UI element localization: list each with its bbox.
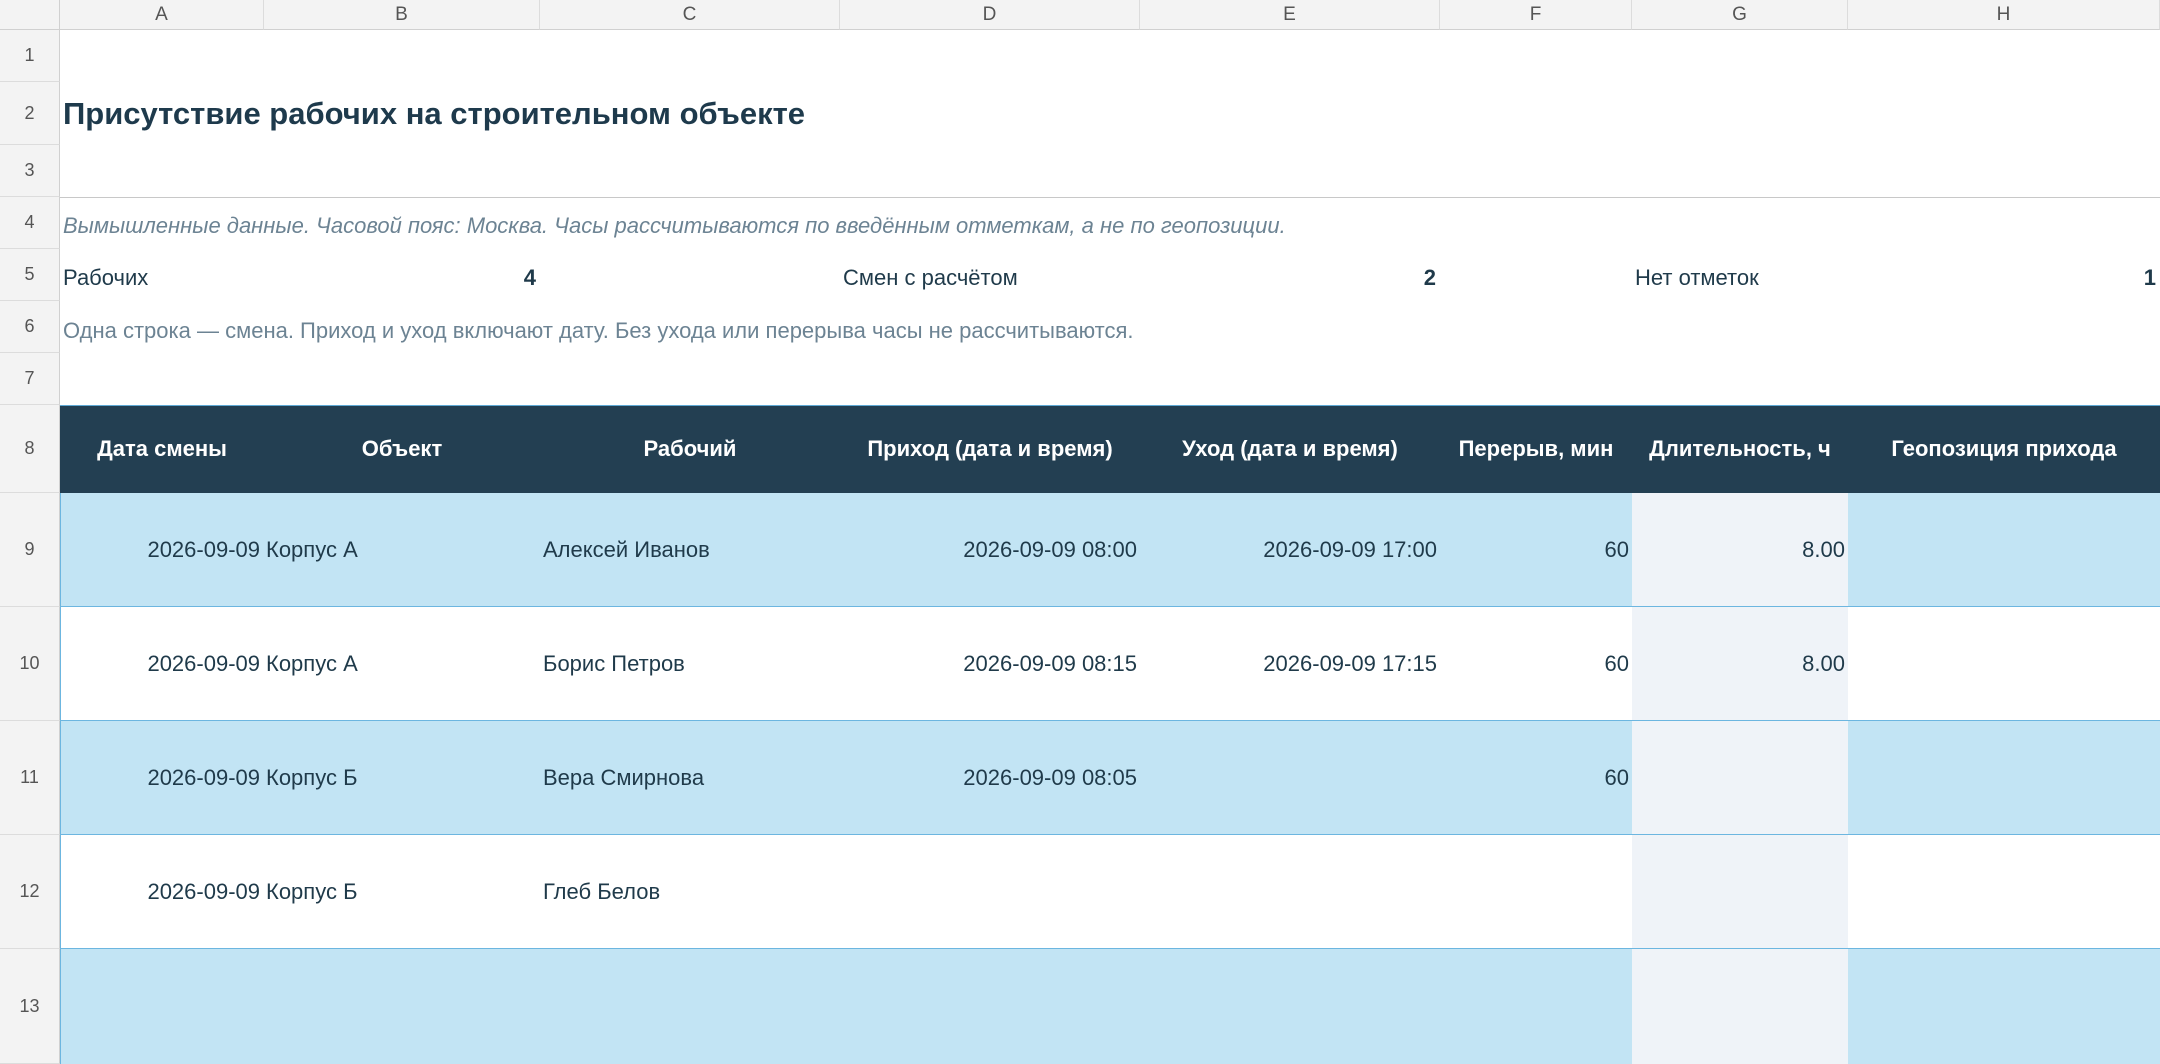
column-header-c[interactable]: C [540,0,840,30]
cell-object[interactable]: Корпус Б [266,835,536,949]
cell-duration[interactable]: 8.00 [1632,607,1845,721]
no-marks-label[interactable]: Нет отметок [1635,265,1759,291]
header-geo[interactable]: Геопозиция прихода [1848,405,2160,493]
cell-duration[interactable]: 8.00 [1632,493,1845,607]
cell-departure[interactable] [1140,721,1437,835]
row-header-6[interactable]: 6 [0,301,60,353]
row-header-11[interactable]: 11 [0,721,60,835]
cell-geo[interactable] [1850,607,2156,721]
header-break[interactable]: Перерыв, мин [1440,405,1632,493]
cell-departure[interactable]: 2026-09-09 17:15 [1140,607,1437,721]
cell-duration[interactable] [1632,949,1845,1064]
header-arrival[interactable]: Приход (дата и время) [840,405,1140,493]
column-header-e[interactable]: E [1140,0,1440,30]
row-header-7[interactable]: 7 [0,353,60,405]
column-header-h[interactable]: H [1848,0,2160,30]
cell-geo[interactable] [1850,835,2156,949]
cell-departure[interactable] [1140,835,1437,949]
row-header-4[interactable]: 4 [0,197,60,249]
cell-date[interactable] [60,949,260,1064]
title-divider [60,197,2160,198]
cell-geo[interactable] [1850,949,2156,1064]
shifts-label[interactable]: Смен с расчётом [843,265,1018,291]
cell-duration[interactable] [1632,721,1845,835]
row-header-5[interactable]: 5 [0,249,60,301]
sheet-title[interactable]: Присутствие рабочих на строительном объе… [63,96,805,132]
cell-object[interactable]: Корпус Б [266,721,536,835]
cell-arrival[interactable]: 2026-09-09 08:00 [840,493,1137,607]
cell-worker[interactable] [543,949,838,1064]
row-header-1[interactable]: 1 [0,30,60,82]
workers-label[interactable]: Рабочих [63,265,148,291]
cell-break[interactable]: 60 [1440,607,1629,721]
row-header-9[interactable]: 9 [0,493,60,607]
column-header-g[interactable]: G [1632,0,1848,30]
row-header-2[interactable]: 2 [0,82,60,145]
cell-arrival[interactable]: 2026-09-09 08:15 [840,607,1137,721]
cell-break[interactable]: 60 [1440,721,1629,835]
column-header-f[interactable]: F [1440,0,1632,30]
row-header-13[interactable]: 13 [0,949,60,1064]
workers-count[interactable]: 4 [440,265,536,291]
cell-date[interactable]: 2026-09-09 [60,493,260,607]
cell-arrival[interactable] [840,949,1137,1064]
column-header-a[interactable]: A [60,0,264,30]
cell-date[interactable]: 2026-09-09 [60,607,260,721]
cell-break[interactable]: 60 [1440,493,1629,607]
cell-break[interactable] [1440,949,1629,1064]
header-departure[interactable]: Уход (дата и время) [1140,405,1440,493]
cell-object[interactable]: Корпус А [266,493,536,607]
cell-worker[interactable]: Вера Смирнова [543,721,838,835]
cell-break[interactable] [1440,835,1629,949]
row-header-8[interactable]: 8 [0,405,60,493]
column-header-d[interactable]: D [840,0,1140,30]
column-header-b[interactable]: B [264,0,540,30]
cell-worker[interactable]: Борис Петров [543,607,838,721]
cell-date[interactable]: 2026-09-09 [60,835,260,949]
cell-object[interactable]: Корпус А [266,607,536,721]
cell-duration[interactable] [1632,835,1845,949]
cell-departure[interactable]: 2026-09-09 17:00 [1140,493,1437,607]
cell-object[interactable] [266,949,536,1064]
cell-arrival[interactable] [840,835,1137,949]
cell-date[interactable]: 2026-09-09 [60,721,260,835]
spreadsheet: A B C D E F G H 1 2 3 4 5 6 7 8 9 10 11 … [0,0,2160,1064]
cell-departure[interactable] [1140,949,1437,1064]
header-object[interactable]: Объект [264,405,540,493]
note-text[interactable]: Вымышленные данные. Часовой пояс: Москва… [63,213,1286,239]
cell-arrival[interactable]: 2026-09-09 08:05 [840,721,1137,835]
row-header-12[interactable]: 12 [0,835,60,949]
cell-geo[interactable] [1850,493,2156,607]
select-all-corner[interactable] [0,0,60,30]
row-header-3[interactable]: 3 [0,145,60,197]
cell-geo[interactable] [1850,721,2156,835]
header-worker[interactable]: Рабочий [540,405,840,493]
header-duration[interactable]: Длительность, ч [1632,405,1848,493]
cell-worker[interactable]: Алексей Иванов [543,493,838,607]
row-header-10[interactable]: 10 [0,607,60,721]
no-marks-count[interactable]: 1 [2060,265,2156,291]
cell-worker[interactable]: Глеб Белов [543,835,838,949]
shifts-count[interactable]: 2 [1340,265,1436,291]
instruction-text[interactable]: Одна строка — смена. Приход и уход включ… [63,318,1134,344]
header-shift-date[interactable]: Дата смены [60,405,264,493]
